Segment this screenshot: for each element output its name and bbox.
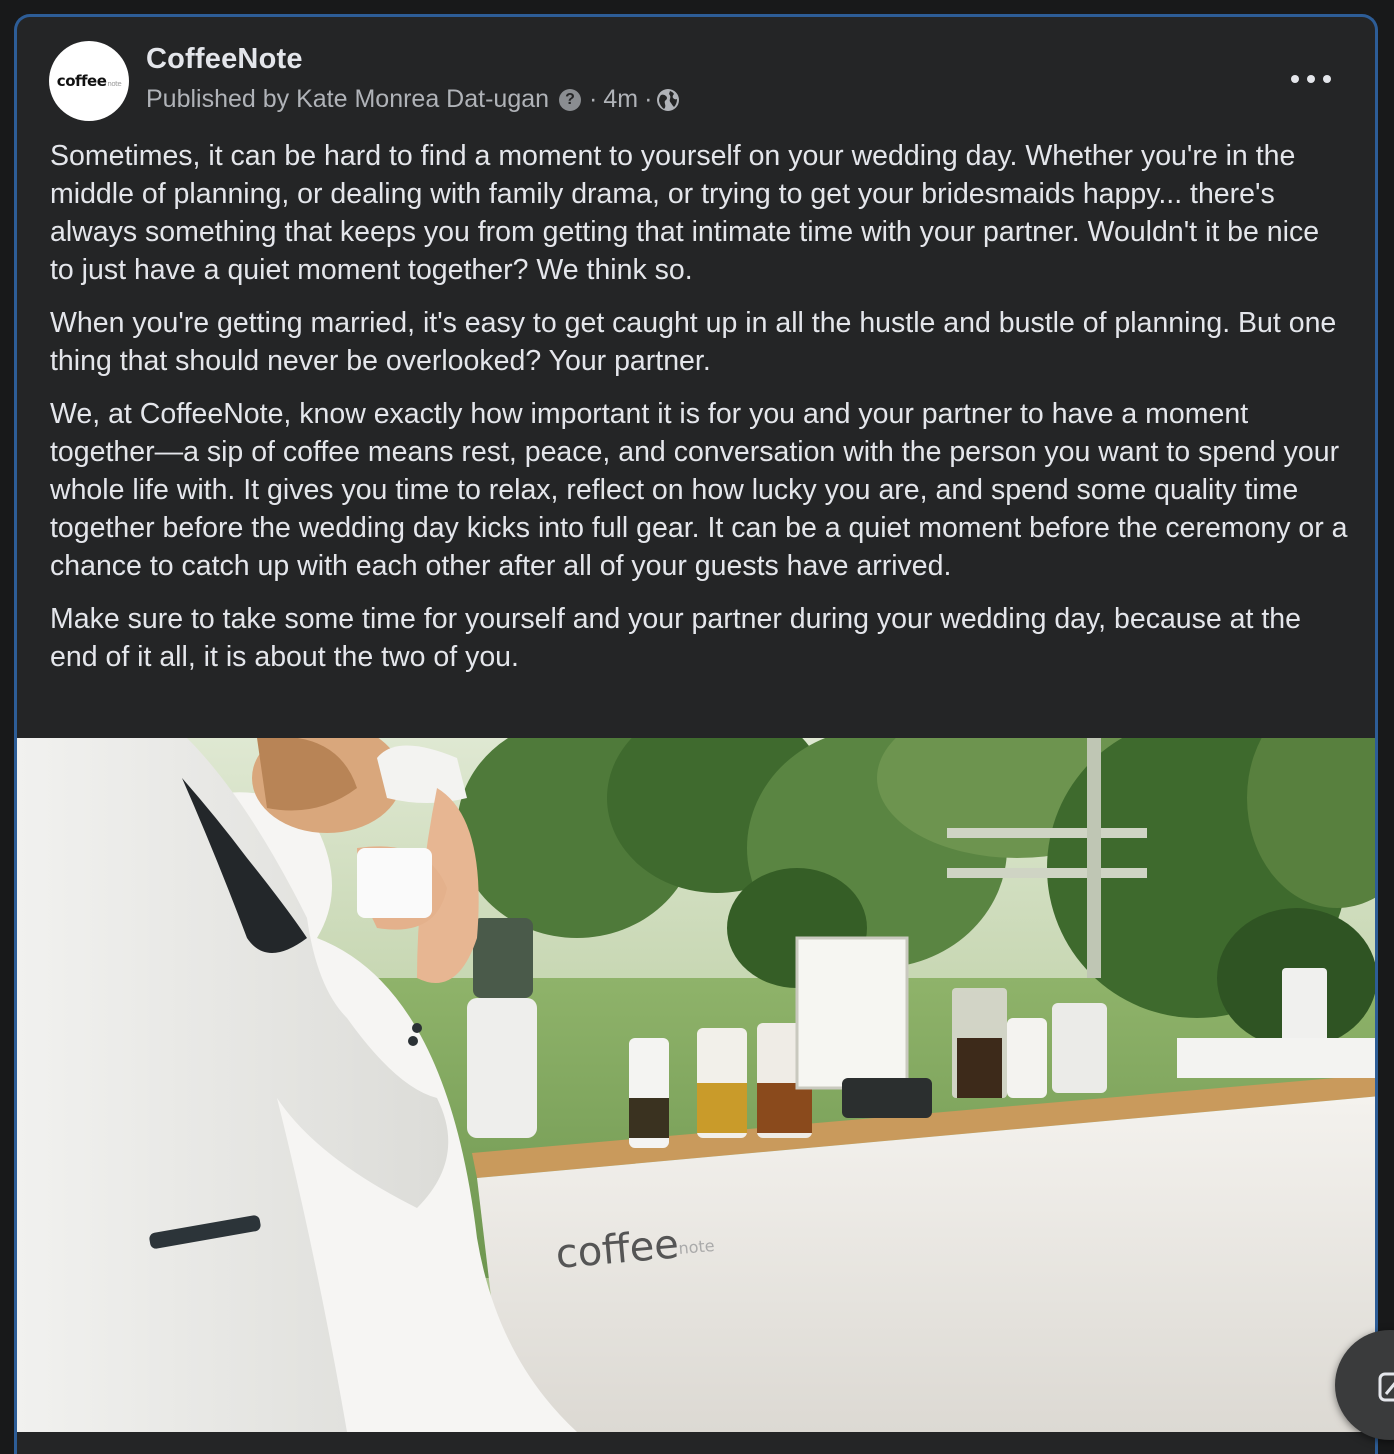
- cart-logo-small: note: [678, 1236, 716, 1258]
- post-paragraph: We, at CoffeeNote, know exactly how impo…: [50, 398, 1348, 582]
- post-card: coffeenote CoffeeNote Published by Kate …: [14, 14, 1378, 1454]
- more-dot: [1323, 75, 1331, 83]
- post-paragraph: When you're getting married, it's easy t…: [50, 307, 1337, 377]
- post-header: coffeenote CoffeeNote Published by Kate …: [17, 17, 1375, 137]
- post-body: Sometimes, it can be hard to find a mome…: [50, 137, 1350, 691]
- avatar-logo: coffeenote: [56, 72, 122, 90]
- more-options-button[interactable]: [1291, 67, 1331, 91]
- more-dot: [1291, 75, 1299, 83]
- post-meta: Published by Kate Monrea Dat-ugan ? · 4m…: [146, 85, 680, 114]
- globe-icon[interactable]: [656, 88, 680, 112]
- post-time[interactable]: 4m: [603, 85, 638, 114]
- post-paragraph: Sometimes, it can be hard to find a mome…: [50, 140, 1320, 286]
- published-by: Published by Kate Monrea Dat-ugan: [146, 85, 550, 113]
- post-paragraph: Make sure to take some time for yourself…: [50, 603, 1301, 673]
- wedding-photo-illustration: coffee note: [17, 738, 1375, 1432]
- separator: ·: [589, 85, 598, 113]
- more-dot: [1307, 75, 1315, 83]
- separator: ·: [644, 85, 653, 113]
- post-photo[interactable]: coffee note: [17, 738, 1375, 1432]
- page-avatar[interactable]: coffeenote: [49, 41, 129, 121]
- help-icon[interactable]: ?: [559, 88, 582, 111]
- page-name-link[interactable]: CoffeeNote: [146, 43, 303, 76]
- open-chat-icon[interactable]: [1378, 1372, 1394, 1402]
